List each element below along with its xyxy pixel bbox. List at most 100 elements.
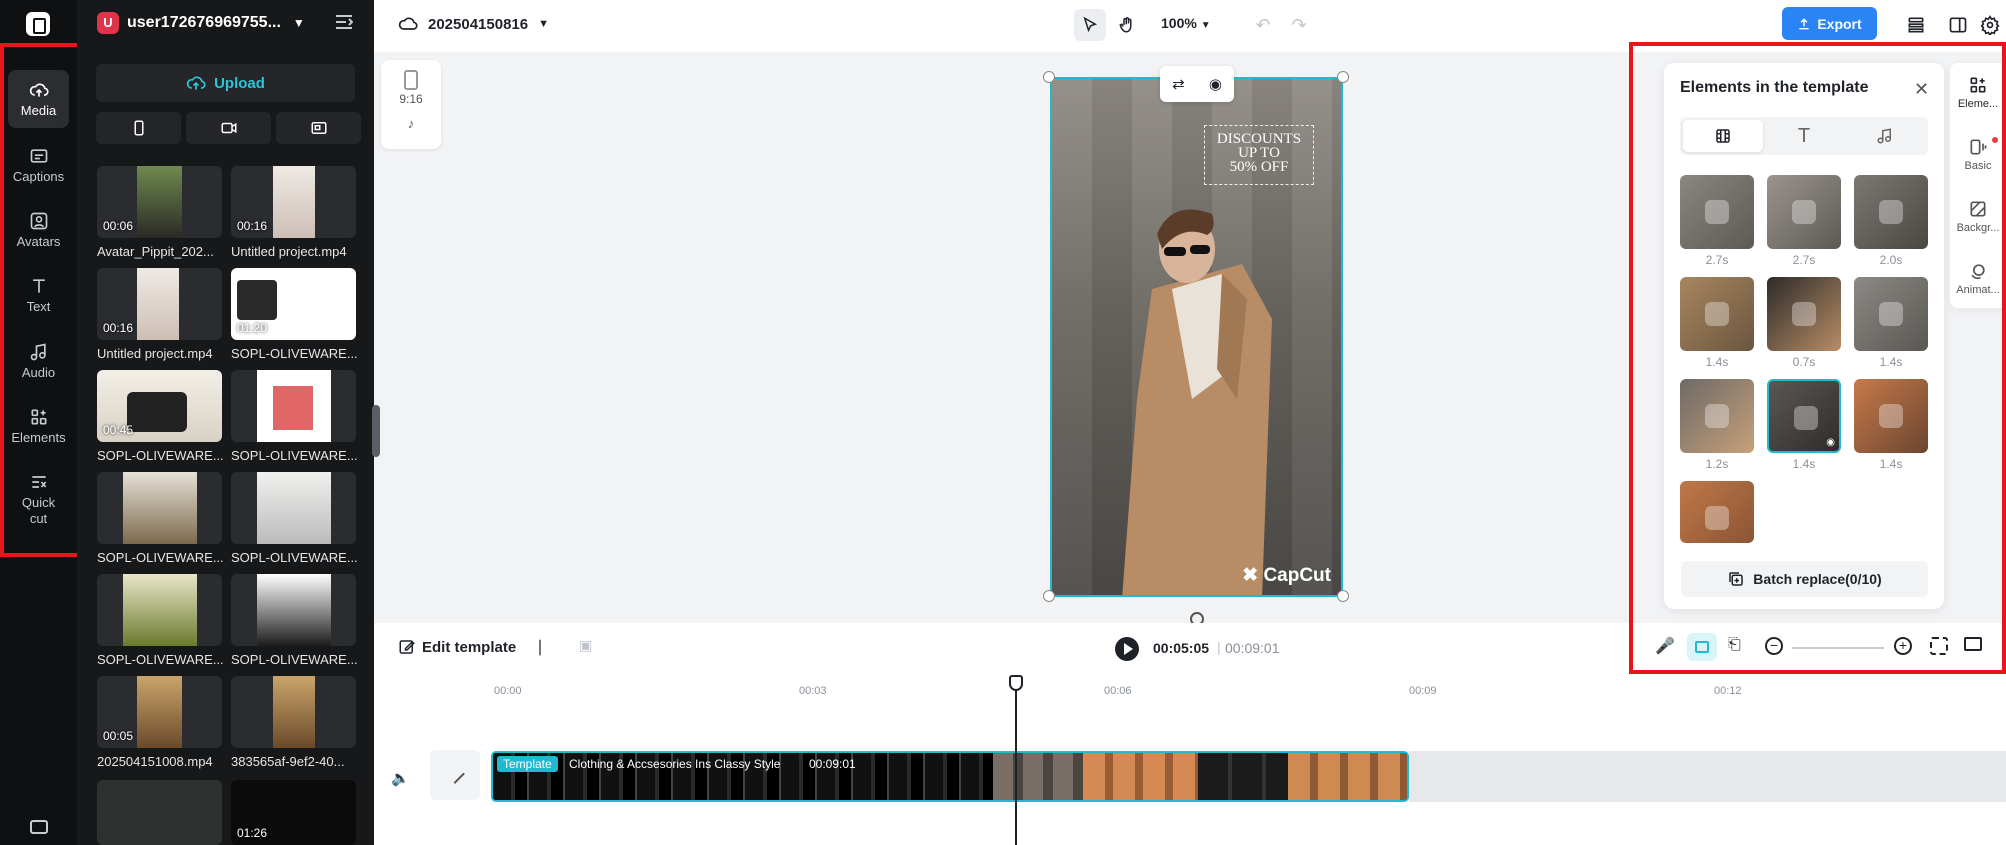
- duration: 00:16: [237, 219, 268, 233]
- export-button[interactable]: Export: [1782, 7, 1877, 40]
- upload-label: Upload: [214, 74, 265, 92]
- split-icon[interactable]: ∣: [536, 637, 544, 657]
- cloud-icon: [398, 17, 418, 30]
- current-time: 00:05:05: [1153, 640, 1210, 656]
- app-window: Media Captions Avatars Text Audio Elemen…: [0, 0, 2006, 845]
- media-thumb[interactable]: 00:45: [97, 370, 222, 442]
- resize-handle-tl[interactable]: [1043, 71, 1055, 83]
- filter-video-button[interactable]: [186, 112, 271, 144]
- media-name: Untitled project.mp4: [97, 346, 213, 361]
- media-name: SOPL-OLIVEWARE...: [231, 652, 358, 667]
- media-thumb[interactable]: 00:05: [97, 676, 222, 748]
- select-tool-button[interactable]: [1074, 9, 1106, 41]
- chevron-down-icon: ▼: [1200, 20, 1211, 31]
- replace-icon[interactable]: ⇄: [1172, 75, 1185, 93]
- media-name: SOPL-OLIVEWARE...: [231, 346, 358, 361]
- layers-button[interactable]: [1900, 9, 1932, 41]
- ruler-tick: 00:03: [799, 685, 827, 697]
- project-title: 202504150816: [428, 15, 529, 33]
- media-panel: U user172676969755... ▼ Upload 00:06 Ava…: [77, 0, 374, 845]
- media-thumb[interactable]: [97, 574, 222, 646]
- zoom-value: 100%: [1161, 15, 1197, 31]
- template-tag: Template: [497, 756, 558, 772]
- chevron-down-icon: ▼: [292, 16, 305, 30]
- hand-icon: [1119, 17, 1132, 33]
- media-name: Avatar_Pippit_202...: [97, 244, 214, 259]
- keyboard-icon[interactable]: [30, 820, 48, 834]
- phone-icon: [134, 120, 143, 136]
- playhead-handle[interactable]: [1009, 675, 1023, 691]
- discount-overlay[interactable]: DISCOUNTS UP TO 50% OFF: [1204, 125, 1314, 185]
- media-name: SOPL-OLIVEWARE...: [97, 550, 224, 565]
- media-thumb[interactable]: [231, 472, 356, 544]
- play-button[interactable]: [1115, 637, 1139, 661]
- overlay-line: UP TO: [1238, 145, 1280, 161]
- media-name: 202504151008.mp4: [97, 754, 213, 769]
- media-thumb[interactable]: [231, 370, 356, 442]
- media-thumb[interactable]: [97, 472, 222, 544]
- media-name: SOPL-OLIVEWARE...: [97, 448, 224, 463]
- media-thumb[interactable]: [97, 780, 222, 845]
- model-figure: [1122, 209, 1272, 595]
- avatar: U: [97, 12, 119, 34]
- collapse-panel-icon[interactable]: [335, 14, 354, 30]
- duration: 00:16: [103, 321, 134, 335]
- redo-button[interactable]: ↷: [1283, 9, 1315, 41]
- highlight-box-right: [1629, 42, 2006, 674]
- edit-template-label: Edit template: [422, 638, 517, 656]
- user-name: user172676969755...: [127, 14, 281, 31]
- filter-portrait-button[interactable]: [96, 112, 181, 144]
- cover-edit-button[interactable]: [430, 750, 480, 800]
- ruler-tick: 00:12: [1714, 685, 1742, 697]
- eye-icon[interactable]: ◉: [1209, 75, 1222, 93]
- layers-icon: [1908, 17, 1924, 33]
- media-name: SOPL-OLIVEWARE...: [97, 652, 224, 667]
- ratio-label: 9:16: [399, 92, 423, 106]
- undo-button[interactable]: ↶: [1247, 9, 1279, 41]
- settings-button[interactable]: [1974, 9, 2006, 41]
- resize-handle-bl[interactable]: [1043, 590, 1055, 602]
- chevron-down-icon: ▼: [538, 18, 549, 30]
- media-thumb[interactable]: 00:16: [231, 166, 356, 238]
- clip-thumbs-grey: [993, 753, 1083, 800]
- clip-thumbs-orange: [1083, 753, 1198, 800]
- filter-landscape-button[interactable]: [276, 112, 361, 144]
- resize-handle-tr[interactable]: [1337, 71, 1349, 83]
- landscape-icon: [311, 122, 326, 134]
- gear-icon: [1980, 15, 2000, 35]
- media-thumb[interactable]: 01:26: [231, 780, 356, 845]
- panel-resize-handle[interactable]: [372, 405, 380, 457]
- user-menu[interactable]: U user172676969755... ▼: [97, 12, 305, 34]
- playhead[interactable]: [1015, 675, 1017, 845]
- play-icon: [1124, 643, 1133, 655]
- media-thumb[interactable]: [231, 574, 356, 646]
- media-thumb[interactable]: 01:20: [231, 268, 356, 340]
- edit-template-button[interactable]: Edit template: [398, 638, 516, 656]
- zoom-select[interactable]: 100% ▼: [1161, 15, 1211, 31]
- project-title-menu[interactable]: 202504150816 ▼: [398, 14, 549, 34]
- delete-icon[interactable]: ▣: [579, 637, 592, 654]
- preview-toolbar: ⇄ ◉: [1160, 66, 1234, 102]
- media-thumb[interactable]: 00:16: [97, 268, 222, 340]
- aspect-ratio-selector[interactable]: 9:16 ♪: [381, 60, 441, 149]
- sidebar-icon: [1949, 17, 1967, 33]
- video-preview[interactable]: DISCOUNTS UP TO 50% OFF ✖ CapCut: [1050, 77, 1343, 597]
- media-thumb[interactable]: 00:06: [97, 166, 222, 238]
- duration: 00:06: [103, 219, 134, 233]
- clip-thumbs-black: [1198, 753, 1288, 800]
- ruler-tick: 00:06: [1104, 685, 1132, 697]
- track-empty-area: [1409, 751, 2006, 802]
- media-name: SOPL-OLIVEWARE...: [231, 550, 358, 565]
- media-name: 383565af-9ef2-40...: [231, 754, 345, 769]
- panel-toggle-button[interactable]: [1942, 9, 1974, 41]
- volume-icon[interactable]: 🔈: [391, 769, 410, 787]
- capcut-logo[interactable]: [26, 12, 50, 36]
- duration: 00:45: [103, 423, 134, 437]
- resize-handle-br[interactable]: [1337, 590, 1349, 602]
- overlay-line: DISCOUNTS: [1216, 131, 1302, 147]
- cursor-icon: [1083, 16, 1098, 33]
- media-thumb[interactable]: [231, 676, 356, 748]
- hand-tool-button[interactable]: [1111, 9, 1143, 41]
- upload-button[interactable]: Upload: [96, 64, 355, 102]
- template-track-clip[interactable]: Template Clothing & Accsesories Ins Clas…: [491, 751, 1409, 802]
